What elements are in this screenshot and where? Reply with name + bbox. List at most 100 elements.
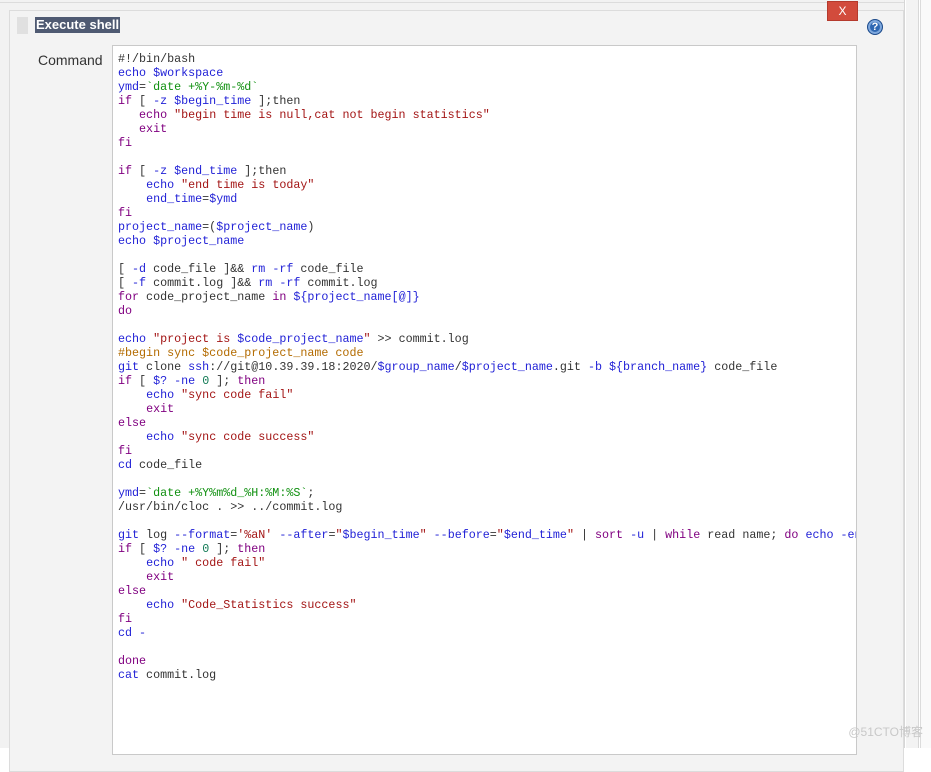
code-token: | <box>573 528 595 542</box>
code-line: git log --format='%aN' --after="$begin_t… <box>118 528 857 542</box>
code-token: #begin sync $code_project_name code <box>118 346 364 360</box>
code-line: fi <box>118 206 856 220</box>
code-token: ; <box>307 486 315 500</box>
code-line: git clone ssh://git@10.39.39.18:2020/$gr… <box>118 360 856 374</box>
code-line: [ -f commit.log ]&& rm -rf commit.log <box>118 276 856 290</box>
code-token: "sync code fail" <box>181 388 294 402</box>
code-token: --format <box>174 528 231 542</box>
code-line: echo " code fail" <box>118 556 856 570</box>
code-line: echo "sync code success" <box>118 430 856 444</box>
code-line: project_name=($project_name) <box>118 220 856 234</box>
code-token: ymd <box>118 80 140 94</box>
code-token: commit.log <box>139 668 217 682</box>
code-token: clone <box>139 360 189 374</box>
help-icon[interactable]: ? <box>867 19 883 35</box>
code-token: `date +%Y-%m-%d` <box>146 80 259 94</box>
code-token: git <box>118 528 140 542</box>
code-token: $begin_time <box>342 528 420 542</box>
code-token: " code fail" <box>181 556 266 570</box>
side-strip <box>920 0 931 748</box>
code-line: else <box>118 416 856 430</box>
code-line: exit <box>118 122 856 136</box>
code-token: = <box>489 528 497 542</box>
code-token: fi <box>118 136 133 150</box>
code-token: ];then <box>237 164 287 178</box>
code-token: -f <box>132 276 147 290</box>
code-token: " <box>496 528 504 542</box>
code-token: code_file <box>707 360 778 374</box>
command-textarea[interactable]: #!/bin/bash echo $workspace ymd=`date +%Y-… <box>112 45 857 755</box>
code-line: for code_project_name in ${project_name[… <box>118 290 856 304</box>
code-line: echo "Code_Statistics success" <box>118 598 856 612</box>
code-token: [ <box>118 262 133 276</box>
code-token: = <box>139 486 147 500</box>
code-token: for <box>118 290 140 304</box>
code-token: --after <box>279 528 329 542</box>
code-line: echo "end time is today" <box>118 178 856 192</box>
code-token: do <box>784 528 799 542</box>
side-scroll-area <box>906 0 919 748</box>
code-token: "end time is today" <box>181 178 315 192</box>
code-token: `date +%Y%m%d_%H:%M:%S` <box>146 486 308 500</box>
code-token: else <box>118 416 147 430</box>
code-token: log <box>139 528 175 542</box>
code-line: echo $workspace <box>118 66 856 80</box>
code-token: done <box>118 654 147 668</box>
code-line: else <box>118 584 856 598</box>
code-token: read name; <box>700 528 785 542</box>
step-title: Execute shell <box>35 17 121 33</box>
code-token: -b ${branch_name} <box>587 360 708 374</box>
code-token: " <box>419 528 427 542</box>
code-token: echo $workspace <box>118 66 224 80</box>
code-token: $ymd <box>209 192 238 206</box>
code-token: git <box>118 360 140 374</box>
code-line: [ -d code_file ]&& rm -rf code_file <box>118 262 856 276</box>
code-token: echo -en <box>805 528 857 542</box>
code-token: ];then <box>251 94 301 108</box>
code-token: [ <box>132 542 154 556</box>
code-line: #begin sync $code_project_name code <box>118 346 856 360</box>
code-line: cd code_file <box>118 458 856 472</box>
code-token: fi <box>118 444 133 458</box>
code-token: -u <box>630 528 645 542</box>
code-line: echo "begin time is null,cat not begin s… <box>118 108 856 122</box>
code-token: sort <box>595 528 624 542</box>
code-token: code_file ]&& <box>146 262 252 276</box>
code-line: echo "project is $code_project_name" >> … <box>118 332 856 346</box>
code-token: else <box>118 584 147 598</box>
code-token: if <box>118 542 133 556</box>
code-token: exit <box>146 402 175 416</box>
code-token: code_project_name <box>139 290 273 304</box>
code-token: =( <box>202 220 217 234</box>
code-line: echo "sync code fail" <box>118 388 856 402</box>
code-token: echo <box>146 388 182 402</box>
code-token: echo <box>146 598 182 612</box>
code-token: cat <box>118 668 140 682</box>
watermark: @51CTO博客 <box>848 725 923 739</box>
code-token: then <box>237 542 266 556</box>
drag-handle-icon[interactable] <box>17 17 28 34</box>
code-token: rm -rf <box>258 276 301 290</box>
code-token: do <box>118 304 133 318</box>
code-token: in <box>272 290 287 304</box>
divider <box>0 2 904 3</box>
code-token: echo <box>146 178 182 192</box>
code-line: #!/bin/bash <box>118 52 856 66</box>
code-token: fi <box>118 612 133 626</box>
code-token: exit <box>146 570 175 584</box>
code-token: code_file <box>132 458 203 472</box>
code-line: echo $project_name <box>118 234 856 248</box>
code-line: ymd=`date +%Y-%m-%d` <box>118 80 856 94</box>
delete-step-button[interactable]: X <box>827 1 858 21</box>
code-content: #!/bin/bash echo $workspace ymd=`date +%Y-… <box>118 52 857 682</box>
